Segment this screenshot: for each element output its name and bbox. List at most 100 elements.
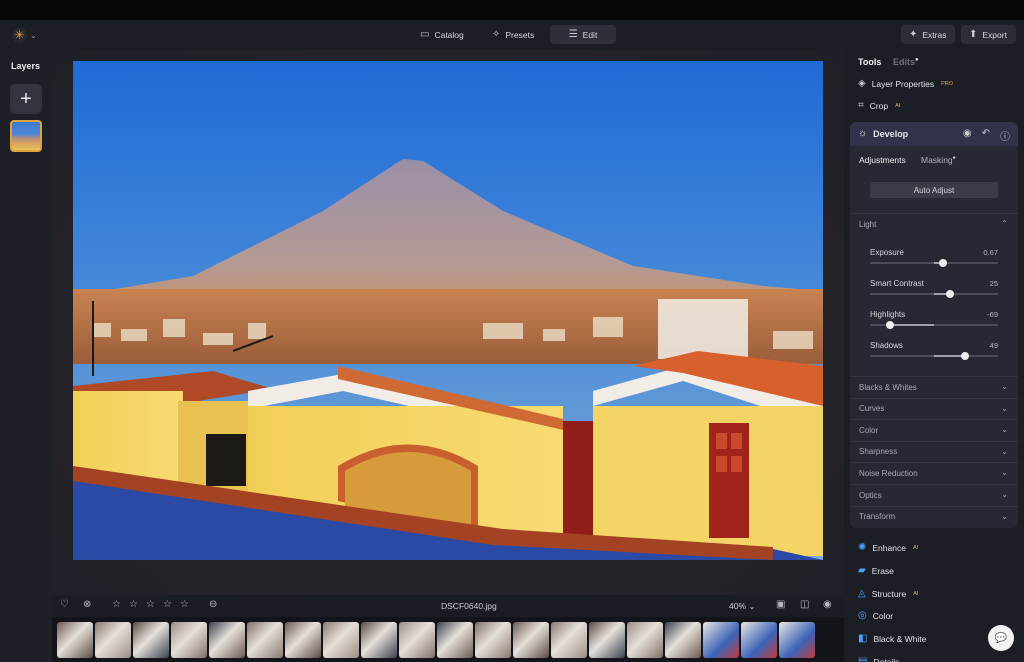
tab-edits[interactable]: Edits● [893,57,919,67]
tab-presets-label: Presets [505,29,535,40]
section-curves[interactable]: Curves ⌄ [850,397,1018,419]
pro-badge: PRO [941,81,953,87]
tool-label: Erase [871,565,894,576]
compare-icon[interactable]: ▣ [776,600,785,610]
tab-catalog-label: Catalog [434,29,464,40]
reject-icon[interactable]: ⊗ [83,600,91,610]
slider-knob[interactable] [885,321,894,329]
split-view-icon[interactable]: ◫ [800,600,809,610]
layer-thumbnail[interactable] [10,120,42,152]
chat-support-button[interactable]: 💬 [988,625,1014,651]
filmstrip-thumbnail[interactable] [247,622,283,658]
tool-layer-properties[interactable]: ◈ Layer Properties PRO [858,79,953,90]
tool-erase[interactable]: ▰ Erase [858,564,894,576]
tool-color[interactable]: ◎ Color [858,610,893,622]
filmstrip-thumbnail[interactable] [399,622,435,658]
photo-illustration [73,61,823,560]
slider-track[interactable] [870,259,998,267]
heart-icon[interactable]: ♡ [60,600,69,610]
filmstrip-thumbnail[interactable] [513,622,549,658]
slider-value[interactable]: 25 [990,279,998,288]
subtab-adjustments[interactable]: Adjustments [859,155,906,165]
erase-icon: ▰ [858,564,866,576]
sun-logo-icon: ✳ [12,27,27,43]
filmstrip-thumbnail[interactable] [551,622,587,658]
filmstrip-thumbnail[interactable] [741,622,777,658]
subtab-masking[interactable]: Masking● [921,155,956,165]
section-sharpness[interactable]: Sharpness ⌄ [850,440,1018,462]
tool-structure[interactable]: ◬ Structure AI [858,588,919,599]
slider-track[interactable] [870,352,998,360]
section-blacks-whites[interactable]: Blacks & Whites ⌄ [850,376,1018,397]
tool-crop[interactable]: ⌗ Crop AI [858,101,900,112]
star-2-icon[interactable]: ☆ [129,600,138,610]
section-noise-reduction[interactable]: Noise Reduction ⌄ [850,462,1018,483]
filmstrip-thumbnail[interactable] [323,622,359,658]
tab-edit[interactable]: ☰ Edit [550,25,616,44]
label-icon[interactable]: ⊖ [209,600,217,610]
tool-black-white[interactable]: ◧ Black & White [858,633,926,645]
tab-catalog[interactable]: ▭ Catalog [410,25,474,44]
filmstrip-thumbnail[interactable] [171,622,207,658]
filmstrip-thumbnail[interactable] [703,622,739,658]
slider-track[interactable] [870,290,998,298]
tab-tools[interactable]: Tools [858,57,881,67]
eye-icon[interactable]: ◉ [963,128,972,143]
slider-knob[interactable] [938,259,947,267]
filmstrip-thumbnail[interactable] [209,622,245,658]
section-label: Blacks & Whites [859,382,917,392]
slider-label: Shadows [870,341,903,350]
filmstrip-thumbnail[interactable] [627,622,663,658]
star-5-icon[interactable]: ☆ [180,600,189,610]
section-color[interactable]: Color ⌄ [850,419,1018,440]
section-optics[interactable]: Optics ⌄ [850,484,1018,505]
filmstrip-thumbnail[interactable] [475,622,511,658]
slider-knob[interactable] [946,290,954,298]
export-button[interactable]: ⬆ Export [961,25,1016,44]
filmstrip-thumbnail[interactable] [133,622,169,658]
tool-details[interactable]: ▤ Details [858,657,899,662]
eye-icon[interactable]: ◉ [823,600,832,610]
tool-enhance[interactable]: ✺ Enhance AI [858,542,919,554]
ai-badge: AI [913,590,919,597]
add-layer-button[interactable]: + [10,84,42,114]
section-light[interactable]: Light ⌃ [850,213,1018,234]
auto-adjust-button[interactable]: Auto Adjust [870,182,998,198]
section-label: Curves [859,404,885,414]
layers-title: Layers [11,61,41,71]
main-photo[interactable] [73,61,823,560]
folder-icon: ▭ [420,28,430,40]
slider-value[interactable]: 49 [990,341,998,350]
plus-icon: + [20,88,32,110]
info-icon[interactable]: ⓘ [1000,128,1010,143]
filmstrip-thumbnail[interactable] [361,622,397,658]
enhance-icon: ✺ [858,542,867,553]
tab-presets[interactable]: ✧ Presets [482,25,542,44]
tool-layer-properties-label: Layer Properties [871,79,935,89]
filmstrip-thumbnail[interactable] [779,622,815,658]
chat-icon: 💬 [994,632,1008,644]
filmstrip-thumbnail[interactable] [285,622,321,658]
filmstrip-thumbnail[interactable] [665,622,701,658]
ai-badge: AI [912,545,919,551]
section-transform[interactable]: Transform ⌄ [850,505,1018,527]
sparkle-icon: ✦ [909,28,918,40]
star-1-icon[interactable]: ☆ [112,600,121,610]
color-icon: ◎ [858,610,867,622]
filmstrip-thumbnail[interactable] [57,622,93,658]
slider-track[interactable] [870,321,998,329]
app-menu-button[interactable]: ✳ ⌄ [12,26,40,44]
slider-knob[interactable] [961,352,970,360]
slider-label: Smart Contrast [870,279,924,288]
slider-value[interactable]: 0.67 [983,248,998,257]
star-4-icon[interactable]: ☆ [163,600,172,610]
star-3-icon[interactable]: ☆ [146,600,155,610]
filmstrip-thumbnail[interactable] [437,622,473,658]
filmstrip-thumbnail[interactable] [95,622,131,658]
filmstrip-thumbnail[interactable] [589,622,625,658]
slider-value[interactable]: -69 [987,310,998,319]
zoom-level[interactable]: 40% ⌄ [729,601,756,612]
undo-icon[interactable]: ↶ [982,128,990,143]
bw-icon: ◧ [858,633,868,645]
extras-button[interactable]: ✦ Extras [901,25,955,44]
